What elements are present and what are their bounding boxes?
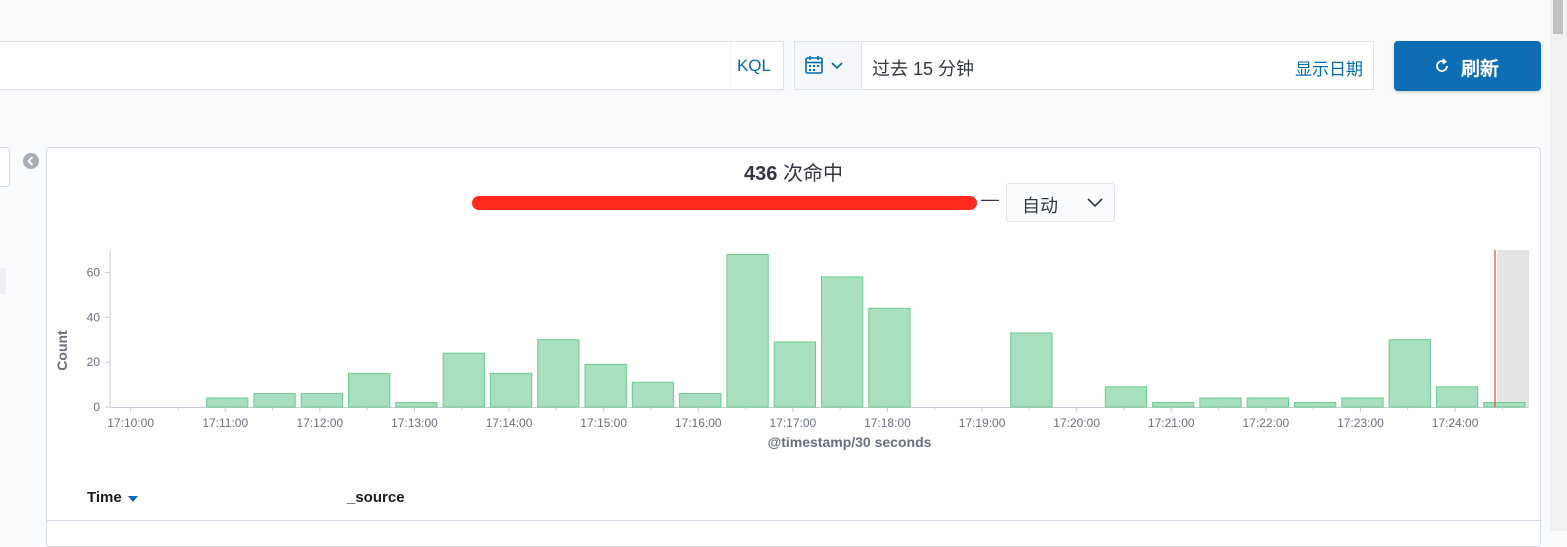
x-tick-label: 17:11:00 xyxy=(202,416,248,430)
x-axis-title: @timestamp/30 seconds xyxy=(768,434,932,450)
collapse-sidebar-icon[interactable] xyxy=(22,152,40,170)
x-tick-label: 17:23:00 xyxy=(1337,416,1384,430)
sort-down-icon[interactable] xyxy=(128,496,138,502)
histogram-bar xyxy=(584,363,627,408)
sidebar-field-stub[interactable] xyxy=(0,147,10,187)
histogram-bar xyxy=(631,381,675,408)
refresh-button[interactable]: 刷新 xyxy=(1394,41,1541,91)
histogram-bar xyxy=(206,397,249,408)
histogram-bar xyxy=(1294,402,1337,408)
histogram-bar xyxy=(1483,402,1526,408)
x-tick-label: 17:20:00 xyxy=(1053,416,1100,430)
histogram-bar xyxy=(537,339,580,408)
quick-menu-button[interactable] xyxy=(795,42,862,89)
search-query-input[interactable]: KQL xyxy=(0,41,784,91)
out-of-range-shade xyxy=(1497,250,1529,407)
x-tick-label: 17:14:00 xyxy=(486,416,533,430)
document-table-header: Time _source xyxy=(47,478,1540,518)
page-scrollbar[interactable] xyxy=(1550,0,1567,531)
histogram-bar xyxy=(253,393,296,408)
histogram-bar xyxy=(300,393,343,408)
y-tick-label: 20 xyxy=(87,355,101,369)
histogram-bar xyxy=(489,372,533,408)
y-tick-label: 0 xyxy=(93,400,100,414)
x-tick-label: 17:19:00 xyxy=(959,416,1006,430)
histogram-bar xyxy=(442,352,485,408)
y-axis-title: Count xyxy=(54,330,70,371)
show-dates-link[interactable]: 显示日期 xyxy=(1295,55,1363,80)
histogram-bar xyxy=(821,276,864,408)
x-tick-label: 17:24:00 xyxy=(1432,416,1479,430)
chevron-down-icon xyxy=(831,62,843,70)
histogram-bar xyxy=(348,372,391,408)
date-range-text[interactable]: 过去 15 分钟 xyxy=(872,55,974,81)
histogram-bar xyxy=(1246,397,1289,408)
y-tick-label: 40 xyxy=(87,310,101,324)
kql-language-toggle[interactable]: KQL xyxy=(737,56,771,76)
kql-divider xyxy=(730,42,731,91)
refresh-label: 刷新 xyxy=(1461,59,1500,80)
histogram-bar xyxy=(1199,397,1242,408)
sidebar-row-stub xyxy=(0,268,6,294)
x-tick-label: 17:22:00 xyxy=(1242,416,1289,430)
histogram-bar xyxy=(868,307,911,408)
histogram-bar xyxy=(1435,386,1479,408)
refresh-icon xyxy=(1436,58,1448,72)
histogram-bar xyxy=(679,393,722,408)
x-tick-label: 17:16:00 xyxy=(675,416,722,430)
histogram-bar xyxy=(1010,332,1053,408)
x-tick-label: 17:21:00 xyxy=(1148,416,1195,430)
x-tick-label: 17:18:00 xyxy=(864,416,911,430)
histogram-bar xyxy=(1104,386,1148,408)
y-tick-label: 60 xyxy=(87,265,101,279)
histogram-bar xyxy=(1152,402,1195,408)
x-tick-label: 17:17:00 xyxy=(769,416,816,430)
x-tick-label: 17:13:00 xyxy=(391,416,438,430)
histogram-bar xyxy=(1341,397,1384,408)
date-picker: 过去 15 分钟 显示日期 xyxy=(794,41,1374,90)
x-tick-label: 17:10:00 xyxy=(107,416,154,430)
histogram-panel: 436 次命中 — 自动 0 20 40 60 17:10:00 17:11:00 17:1… xyxy=(46,147,1541,547)
histogram-chart[interactable]: 0 20 40 60 17:10:00 17:11:00 17:12:00 17:13:00 1… xyxy=(47,148,1540,468)
histogram-bar xyxy=(773,341,817,408)
x-tick-label: 17:15:00 xyxy=(580,416,627,430)
x-tick-label: 17:12:00 xyxy=(296,416,343,430)
scrollbar-thumb[interactable] xyxy=(1553,0,1563,34)
time-column-header[interactable]: Time xyxy=(87,489,122,506)
source-column-header: _source xyxy=(347,489,405,506)
histogram-bar xyxy=(395,402,438,408)
histogram-bar xyxy=(726,253,769,408)
table-header-divider xyxy=(47,520,1540,521)
histogram-bar xyxy=(1388,339,1431,408)
calendar-icon xyxy=(805,56,843,74)
